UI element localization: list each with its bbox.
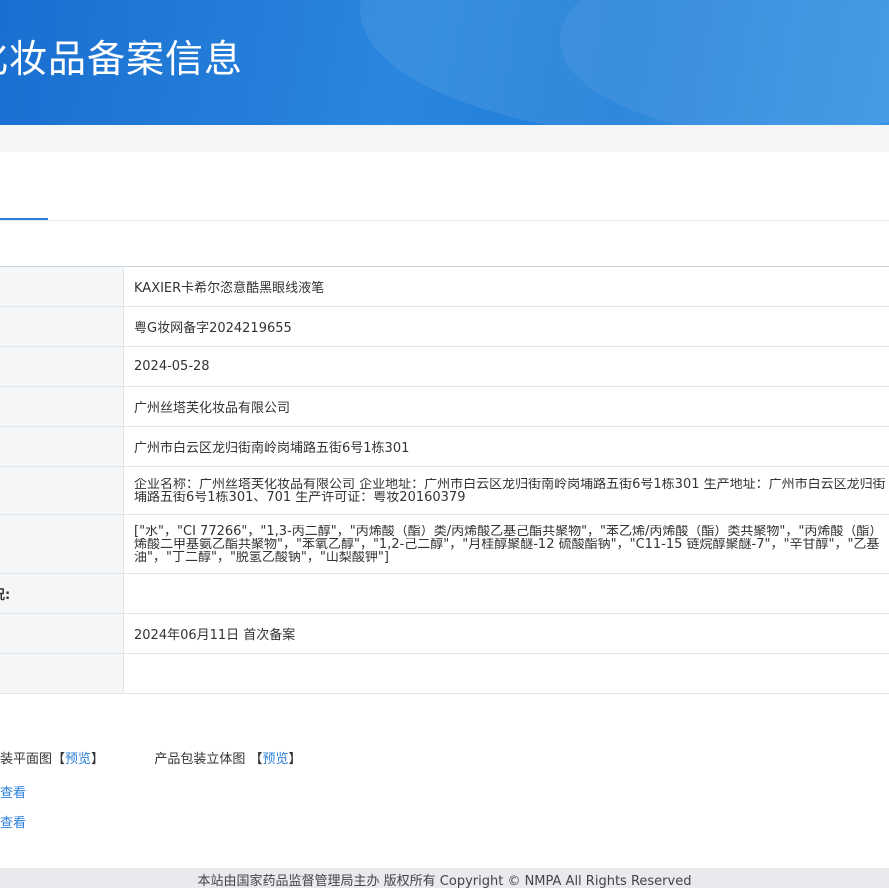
page-title: 化妆品备案信息 <box>0 37 244 81</box>
table-row: 况: <box>0 573 889 614</box>
status-value <box>123 573 889 614</box>
table-row: 2024年06月11日 首次备案 <box>0 613 889 654</box>
row-label <box>0 306 124 347</box>
table-row: 2024-05-28 <box>0 346 889 387</box>
remarks-value <box>123 653 889 694</box>
view-link[interactable]: 查看 <box>0 782 26 801</box>
flat-image-preview-link[interactable]: 预览 <box>65 752 91 767</box>
row-label: 况: <box>0 573 124 614</box>
ingredients-line: 油"，"丁二醇"，"脱氢乙酸钠"，"山梨酸钾"] <box>134 550 389 564</box>
stereo-image-preview-link[interactable]: 预览 <box>263 752 289 767</box>
row-label <box>0 266 124 307</box>
table-row: 广州市白云区龙归街南岭岗埔路五街6号1栋301 <box>0 426 889 467</box>
registrant-address-value: 广州市白云区龙归街南岭岗埔路五街6号1栋301 <box>123 426 889 467</box>
manufacturer-info-line: 埔路五街6号1栋301、701 生产许可证：粤妆20160379 <box>134 490 466 504</box>
row-label <box>0 613 124 654</box>
view-link[interactable]: 查看 <box>0 812 26 831</box>
table-row: 粤G妆网备字2024219655 <box>0 306 889 347</box>
flat-image-label: 装平面图 <box>0 752 53 767</box>
table-row <box>0 653 889 694</box>
tab-active-indicator[interactable] <box>0 218 48 220</box>
table-row: 广州丝塔芙化妆品有限公司 <box>0 386 889 427</box>
row-label <box>0 346 124 387</box>
record-info-table: KAXIER卡希尔恣意酷黑眼线液笔 粤G妆网备字2024219655 2024-… <box>0 266 889 694</box>
detail-card: KAXIER卡希尔恣意酷黑眼线液笔 粤G妆网备字2024219655 2024-… <box>0 152 889 868</box>
stereo-image-label: 产品包装立体图 <box>154 752 246 767</box>
page-header: 化妆品备案信息 <box>0 0 889 125</box>
row-label <box>0 426 124 467</box>
page-footer: 本站由国家药品监督管理局主办 版权所有 Copyright © NMPA All… <box>0 868 889 888</box>
manufacturer-info-line: 企业名称：广州丝塔芙化妆品有限公司 企业地址：广州市白云区龙归街南岭岗埔路五街6… <box>134 477 886 491</box>
ingredients-line: 烯酸二甲基氨乙酯共聚物"，"苯氧乙醇"，"1,2-己二醇"，"月桂醇聚醚-12 … <box>134 537 880 551</box>
row-label <box>0 466 124 515</box>
table-row: 企业名称：广州丝塔芙化妆品有限公司 企业地址：广州市白云区龙归街南岭岗埔路五街6… <box>0 466 889 515</box>
registrant-value: 广州丝塔芙化妆品有限公司 <box>123 386 889 427</box>
packaging-images-row: 装平面图【预览】 产品包装立体图 【预览】 <box>0 752 302 767</box>
ingredients-value: ["水"，"CI 77266"，"1,3-丙二醇"，"丙烯酸（酯）类/丙烯酸乙基… <box>123 514 889 574</box>
change-history-value: 2024年06月11日 首次备案 <box>123 613 889 654</box>
record-number-value: 粤G妆网备字2024219655 <box>123 306 889 347</box>
ingredients-line: ["水"，"CI 77266"，"1,3-丙二醇"，"丙烯酸（酯）类/丙烯酸乙基… <box>134 524 883 538</box>
product-name-value: KAXIER卡希尔恣意酷黑眼线液笔 <box>123 266 889 307</box>
manufacturer-info-value: 企业名称：广州丝塔芙化妆品有限公司 企业地址：广州市白云区龙归街南岭岗埔路五街6… <box>123 466 889 515</box>
row-label <box>0 386 124 427</box>
row-label <box>0 514 124 574</box>
row-label <box>0 653 124 694</box>
tab-bar <box>0 152 889 221</box>
table-row: ["水"，"CI 77266"，"1,3-丙二醇"，"丙烯酸（酯）类/丙烯酸乙基… <box>0 514 889 574</box>
table-row: KAXIER卡希尔恣意酷黑眼线液笔 <box>0 266 889 307</box>
record-date-value: 2024-05-28 <box>123 346 889 387</box>
